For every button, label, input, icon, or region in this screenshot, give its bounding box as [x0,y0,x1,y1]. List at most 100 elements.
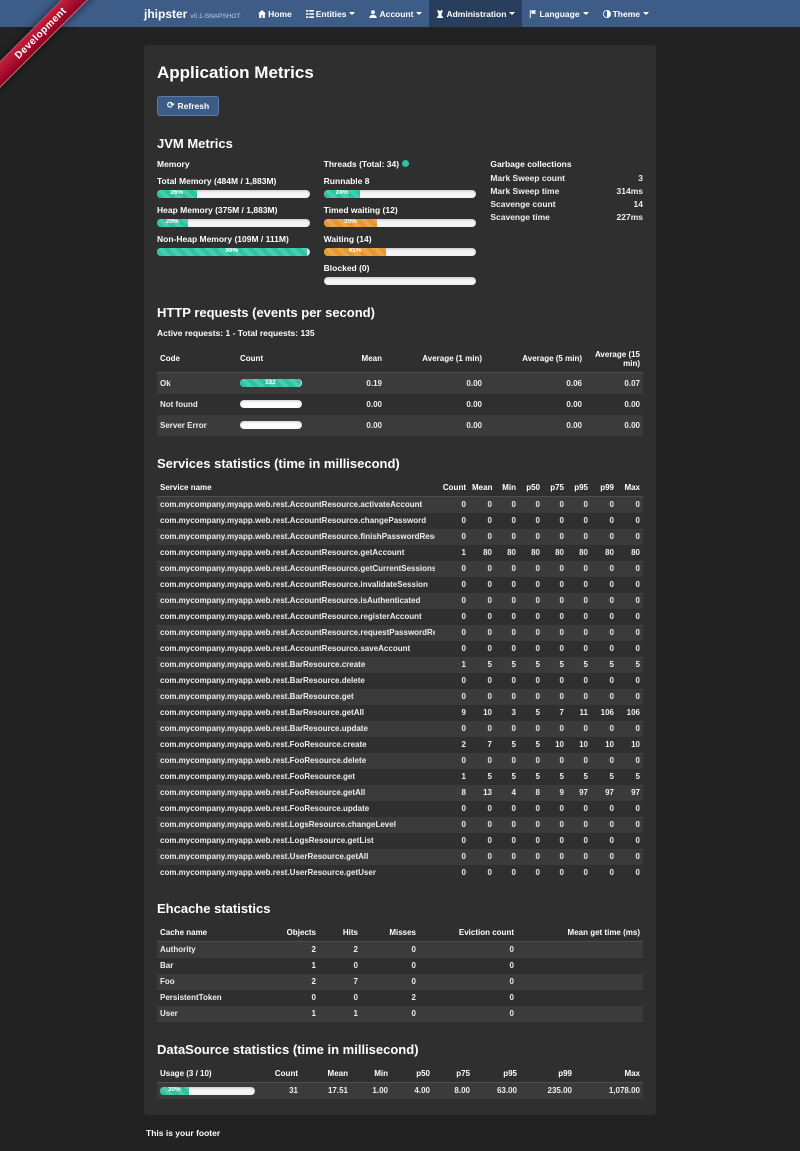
caret-down-icon [349,12,355,15]
column-header: Eviction count [419,924,517,942]
column-header: Mean [319,346,385,373]
table-row: User1100 [157,1006,643,1022]
column-header: p50 [391,1065,433,1083]
table-row: com.mycompany.myapp.web.rest.AccountReso… [157,561,643,577]
progress-bar: 41% [324,248,477,256]
table-row: com.mycompany.myapp.web.rest.AccountReso… [157,609,643,625]
threads-title: Threads (Total: 34) [324,159,399,169]
table-row: com.mycompany.myapp.web.rest.AccountReso… [157,577,643,593]
http-requests-heading: HTTP requests (events per second) [157,305,643,320]
progress-bar: 24% [324,190,477,198]
gc-title: Garbage collections [490,159,643,169]
column-header: Mean [469,479,495,497]
table-row: com.mycompany.myapp.web.rest.FooResource… [157,753,643,769]
http-requests-table: CodeCountMeanAverage (1 min)Average (5 m… [157,346,643,436]
nav-item-account[interactable]: Account [362,0,429,27]
nav-menu: Home Entities AccountAdministration Languag… [251,0,656,27]
table-row: com.mycompany.myapp.web.rest.BarResource… [157,689,643,705]
ehcache-table: Cache nameObjectsHitsMissesEviction coun… [157,924,643,1022]
nav-item-home[interactable]: Home [251,0,299,27]
table-row: com.mycompany.myapp.web.rest.BarResource… [157,705,643,721]
table-row: com.mycompany.myapp.web.rest.AccountReso… [157,625,643,641]
table-row: com.mycompany.myapp.web.rest.LogsResourc… [157,817,643,833]
table-row: Foo2700 [157,974,643,990]
column-header: Objects [259,924,319,942]
services-table: Service nameCountMeanMinp50p75p95p99Maxc… [157,479,643,881]
metrics-panel: Application Metrics ⟳ Refresh JVM Metric… [144,45,656,1115]
column-header: Min [351,1065,391,1083]
column-header: Max [617,479,643,497]
table-row: Server Error0.000.000.000.00 [157,415,643,436]
datasource-table: Usage (3 / 10)CountMeanMinp50p75p95p99Ma… [157,1065,643,1099]
refresh-label: Refresh [178,101,210,111]
table-row: com.mycompany.myapp.web.rest.AccountReso… [157,545,643,561]
progress-bar [240,400,302,408]
nav-item-language[interactable]: Language [522,0,595,27]
entities-list-icon [306,10,314,18]
column-header: Misses [361,924,419,942]
table-row: com.mycompany.myapp.web.rest.AccountReso… [157,593,643,609]
column-header: Mean get time (ms) [517,924,643,942]
nav-item-entities[interactable]: Entities [299,0,363,27]
table-row: com.mycompany.myapp.web.rest.AccountReso… [157,529,643,545]
column-header: p95 [567,479,591,497]
tower-icon [436,10,444,18]
table-row: com.mycompany.myapp.web.rest.FooResource… [157,785,643,801]
caret-down-icon [416,12,422,15]
table-row: com.mycompany.myapp.web.rest.AccountReso… [157,641,643,657]
memory-column: Memory Total Memory (484M / 1,883M)26%He… [157,159,310,285]
progress-bar [240,421,302,429]
table-row: 30%3117.511.004.008.0063.00235.001,078.0… [157,1082,643,1099]
column-header: Mean [301,1065,351,1083]
footer: This is your footer [144,1115,656,1151]
table-row: Ok1320.190.000.060.07 [157,372,643,394]
table-row: Authority2200 [157,941,643,958]
column-header: Count [435,479,469,497]
jvm-metrics-heading: JVM Metrics [157,136,643,151]
metric-label: Timed waiting (12) [324,205,477,215]
nav-item-label: Home [268,9,292,19]
column-header: p50 [519,479,543,497]
progress-bar: 26% [157,190,310,198]
table-row: com.mycompany.myapp.web.rest.BarResource… [157,657,643,673]
user-icon [369,10,377,18]
progress-bar: 132 [240,379,302,387]
gc-stat-row: Mark Sweep count3 [490,172,643,185]
column-header: Min [495,479,519,497]
metric-label: Waiting (14) [324,234,477,244]
nav-item-administration[interactable]: Administration [429,0,522,27]
table-row: com.mycompany.myapp.web.rest.BarResource… [157,673,643,689]
nav-item-label: Entities [316,9,347,19]
table-row: com.mycompany.myapp.web.rest.FooResource… [157,801,643,817]
column-header: Average (5 min) [485,346,585,373]
column-header: Service name [157,479,435,497]
threads-ok-icon [402,160,409,167]
column-header: p75 [543,479,567,497]
table-row: com.mycompany.myapp.web.rest.UserResourc… [157,849,643,865]
metric-label: Total Memory (484M / 1,883M) [157,176,310,186]
table-row: com.mycompany.myapp.web.rest.AccountReso… [157,513,643,529]
table-row: com.mycompany.myapp.web.rest.FooResource… [157,769,643,785]
refresh-button[interactable]: ⟳ Refresh [157,96,219,116]
refresh-icon: ⟳ [167,101,175,110]
nav-item-label: Language [539,9,579,19]
adjust-icon [603,10,611,18]
jvm-metrics-grid: Memory Total Memory (484M / 1,883M)26%He… [157,159,643,285]
datasource-heading: DataSource statistics (time in milliseco… [157,1042,643,1057]
column-header: Code [157,346,237,373]
table-row: Bar1000 [157,958,643,974]
http-requests-summary: Active requests: 1 - Total requests: 135 [157,328,643,338]
progress-bar: 20% [157,219,310,227]
nav-item-theme[interactable]: Theme [596,0,656,27]
flag-icon [529,10,537,18]
brand-link[interactable]: jhipster v0.1-SNAPSHOT [144,7,241,21]
table-row: com.mycompany.myapp.web.rest.UserResourc… [157,865,643,881]
home-icon [258,10,266,18]
progress-bar: 35% [324,219,477,227]
metric-label: Blocked (0) [324,263,477,273]
gc-stat-row: Scavenge count14 [490,198,643,211]
metric-label: Heap Memory (375M / 1,883M) [157,205,310,215]
services-heading: Services statistics (time in millisecond… [157,456,643,471]
caret-down-icon [583,12,589,15]
column-header: p95 [473,1065,520,1083]
